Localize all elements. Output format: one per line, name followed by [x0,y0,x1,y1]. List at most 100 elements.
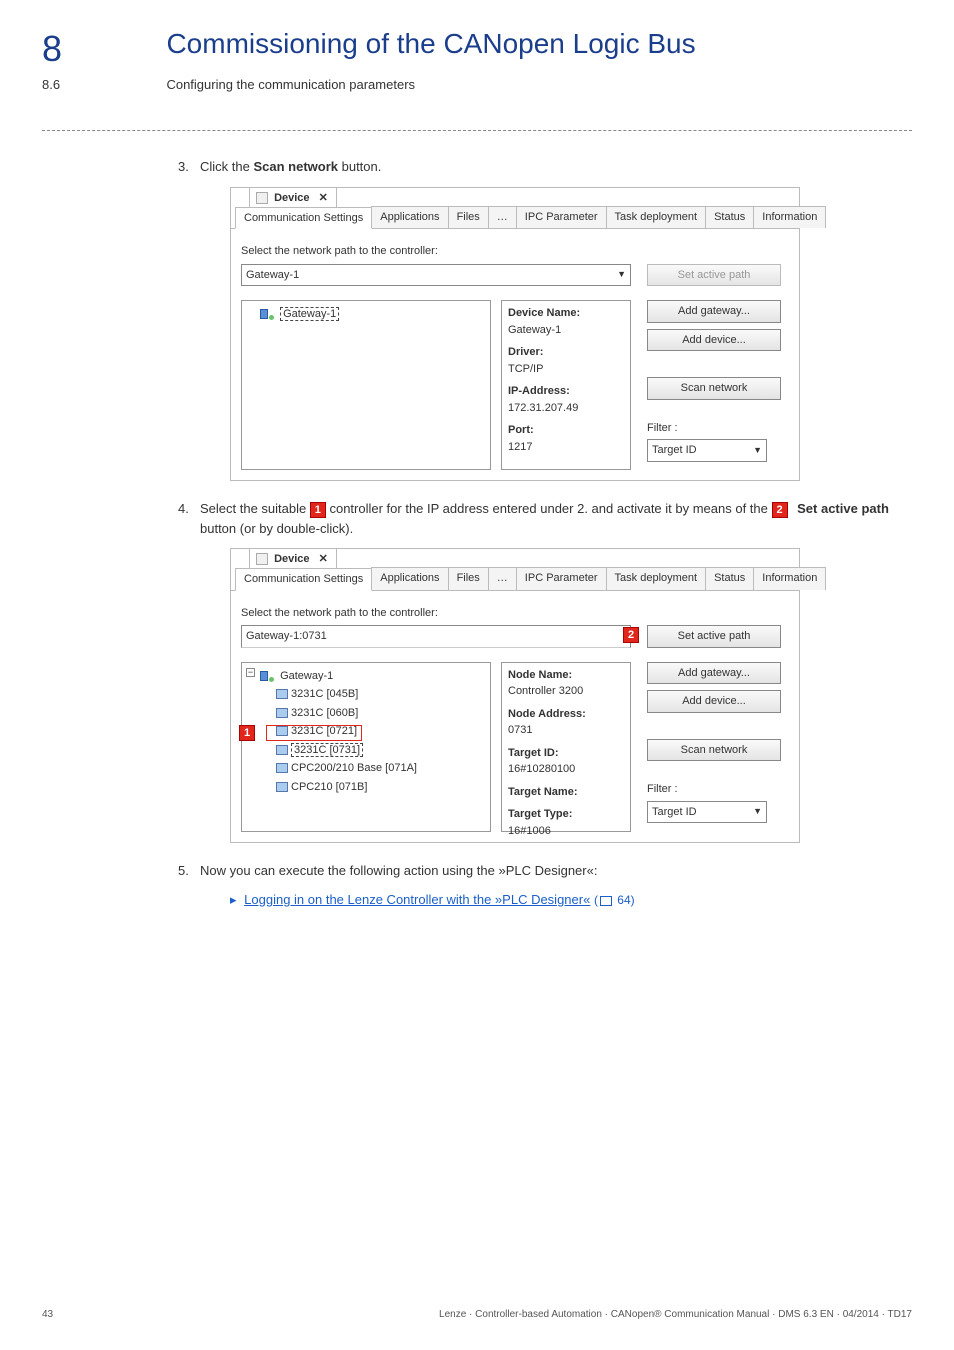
step-3: 3. Click the Scan network button. [200,157,912,177]
port-label: Port: [508,422,624,439]
device-tab-label: Device [274,192,309,204]
device-name-value: Gateway-1 [508,322,624,339]
chapter-title: Commissioning of the CANopen Logic Bus [166,28,695,60]
step-4-text-c: Set active path [797,501,889,516]
step-3-text-b: Scan network [253,159,338,174]
cross-reference-link[interactable]: ▸ Logging in on the Lenze Controller wit… [230,890,912,910]
step-4-text-b: controller for the IP address entered un… [326,501,772,516]
tab-status[interactable]: Status [705,206,754,229]
tree-node-label: 3231C [060B] [291,707,358,719]
step-4: 4. Select the suitable 1 controller for … [200,499,912,538]
tree-node-label: CPC200/210 Base [071A] [291,762,417,774]
footer-meta: Lenze · Controller-based Automation · CA… [439,1309,912,1320]
link-text: Logging in on the Lenze Controller with … [244,892,590,907]
gateway-select[interactable]: Gateway-1 ▼ [241,264,631,287]
close-icon[interactable]: ✕ [319,553,328,565]
node-name-value: Controller 3200 [508,683,624,700]
target-id-value: 16#10280100 [508,761,624,778]
device-icon [256,553,268,565]
tab-task-deployment[interactable]: Task deployment [606,567,707,590]
ip-address-value: 172.31.207.49 [508,400,624,417]
tab-strip: Communication Settings Applications File… [231,206,799,230]
add-device-button[interactable]: Add device... [647,329,781,352]
tab-ipc-parameter[interactable]: IPC Parameter [516,567,607,590]
filter-label: Filter : [647,420,781,437]
collapse-icon[interactable]: − [246,668,255,677]
tab-task-deployment[interactable]: Task deployment [606,206,707,229]
section-number: 8.6 [42,77,162,92]
tab-communication-settings[interactable]: Communication Settings [235,568,372,591]
tree-node-device[interactable]: CPC200/210 Base [071A] [246,759,486,778]
tree-node-label: Gateway-1 [280,307,339,321]
controller-icon [276,708,288,718]
step-4-text-d: button (or by double-click). [200,521,353,536]
controller-icon [276,689,288,699]
filter-select-value: Target ID [652,442,697,459]
tab-ipc-parameter[interactable]: IPC Parameter [516,206,607,229]
controller-icon [276,782,288,792]
tree-node-gateway[interactable]: − Gateway-1 [246,667,486,686]
filter-select-value: Target ID [652,804,697,821]
gateway-select[interactable]: Gateway-1:0731 [241,625,631,648]
tab-more[interactable]: … [488,567,517,590]
tree-node-device[interactable]: CPC210 [071B] [246,778,486,797]
node-address-label: Node Address: [508,706,624,723]
callout-1-highlight [266,725,362,741]
filter-label: Filter : [647,781,781,798]
tab-communication-settings[interactable]: Communication Settings [235,207,372,230]
driver-value: TCP/IP [508,361,624,378]
controller-icon [276,763,288,773]
set-active-path-button[interactable]: Set active path [647,264,781,287]
screenshot-2: Device ✕ Communication Settings Applicat… [230,548,800,843]
step-4-text-a: Select the suitable [200,501,310,516]
close-icon[interactable]: ✕ [319,192,328,204]
node-address-value: 0731 [508,722,624,739]
tab-applications[interactable]: Applications [371,206,448,229]
gateway-select-value: Gateway-1 [246,267,299,284]
tab-more[interactable]: … [488,206,517,229]
step-4-number: 4. [178,499,189,519]
callout-2-marker: 2 [623,627,639,643]
scan-network-button[interactable]: Scan network [647,377,781,400]
page-number: 43 [42,1309,53,1320]
add-gateway-button[interactable]: Add gateway... [647,300,781,323]
section-title: Configuring the communication parameters [166,77,415,92]
set-active-path-button[interactable]: Set active path [647,625,781,648]
tab-applications[interactable]: Applications [371,567,448,590]
port-value: 1217 [508,439,624,456]
tree-node-gateway[interactable]: Gateway-1 [246,305,486,324]
tab-strip: Communication Settings Applications File… [231,567,799,591]
scan-network-button[interactable]: Scan network [647,739,781,762]
filter-select[interactable]: Target ID ▼ [647,801,767,824]
controller-icon [276,745,288,755]
tree-node-label: CPC210 [071B] [291,781,367,793]
step-3-number: 3. [178,157,189,177]
chevron-down-icon: ▼ [617,268,626,282]
tab-files[interactable]: Files [448,206,489,229]
chevron-down-icon: ▼ [753,805,762,819]
tree-node-device[interactable]: 3231C [060B] [246,704,486,723]
link-page-number: 64 [617,893,630,907]
tree-node-device-selected[interactable]: 3231C [0731] [246,741,486,760]
tree-node-label: 3231C [045B] [291,688,358,700]
divider [42,130,912,131]
gateway-icon [260,309,274,319]
tree-node-device[interactable]: 3231C [045B] [246,685,486,704]
step-5-number: 5. [178,861,189,881]
tab-files[interactable]: Files [448,567,489,590]
network-tree[interactable]: Gateway-1 [241,300,491,470]
driver-label: Driver: [508,344,624,361]
gateway-select-value: Gateway-1:0731 [246,628,327,645]
add-gateway-button[interactable]: Add gateway... [647,662,781,685]
tab-information[interactable]: Information [753,206,826,229]
gateway-icon [260,671,274,681]
tab-status[interactable]: Status [705,567,754,590]
filter-select[interactable]: Target ID ▼ [647,439,767,462]
network-tree[interactable]: − Gateway-1 3231C [045B] 3231C [060B] 32… [241,662,491,832]
device-info-panel: Device Name: Gateway-1 Driver: TCP/IP IP… [501,300,631,470]
device-tab-label: Device [274,553,309,565]
chapter-number: 8 [42,28,162,70]
add-device-button[interactable]: Add device... [647,690,781,713]
book-icon [600,896,612,906]
tab-information[interactable]: Information [753,567,826,590]
